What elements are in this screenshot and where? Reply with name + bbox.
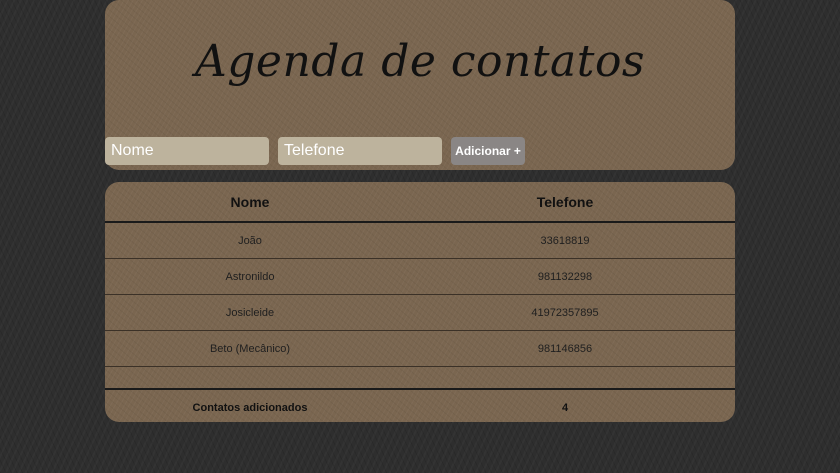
table-row: Astronildo 981132298 [105, 258, 735, 295]
contact-phone: 41972357895 [395, 294, 735, 331]
contacts-table: Nome Telefone João 33618819 Astronildo 9… [105, 182, 735, 422]
contacts-panel: Nome Telefone João 33618819 Astronildo 9… [105, 182, 735, 422]
name-input[interactable] [105, 137, 269, 165]
table-row: João 33618819 [105, 222, 735, 259]
total-row: Contatos adicionados 4 [105, 389, 735, 422]
contact-name: Astronildo [105, 258, 395, 295]
table-header-row: Nome Telefone [105, 182, 735, 223]
total-label: Contatos adicionados [192, 402, 308, 414]
table-row: Josicleide 41972357895 [105, 294, 735, 331]
contact-name: Josicleide [105, 294, 395, 331]
header-phone: Telefone [395, 182, 735, 223]
contact-phone: 33618819 [395, 222, 735, 259]
table-row: Beto (Mecânico) 981146856 [105, 330, 735, 367]
empty-cell [105, 366, 395, 390]
add-contact-button[interactable]: Adicionar + [451, 137, 525, 165]
empty-cell [395, 366, 735, 390]
contact-name: Beto (Mecânico) [105, 330, 395, 367]
phone-input[interactable] [278, 137, 442, 165]
contact-name: João [105, 222, 395, 259]
total-count: 4 [561, 402, 569, 414]
contact-phone: 981146856 [395, 330, 735, 367]
contact-phone: 981132298 [395, 258, 735, 295]
page-title: Agenda de contatos [194, 36, 646, 87]
header-name: Nome [105, 182, 395, 223]
empty-row [105, 366, 735, 390]
